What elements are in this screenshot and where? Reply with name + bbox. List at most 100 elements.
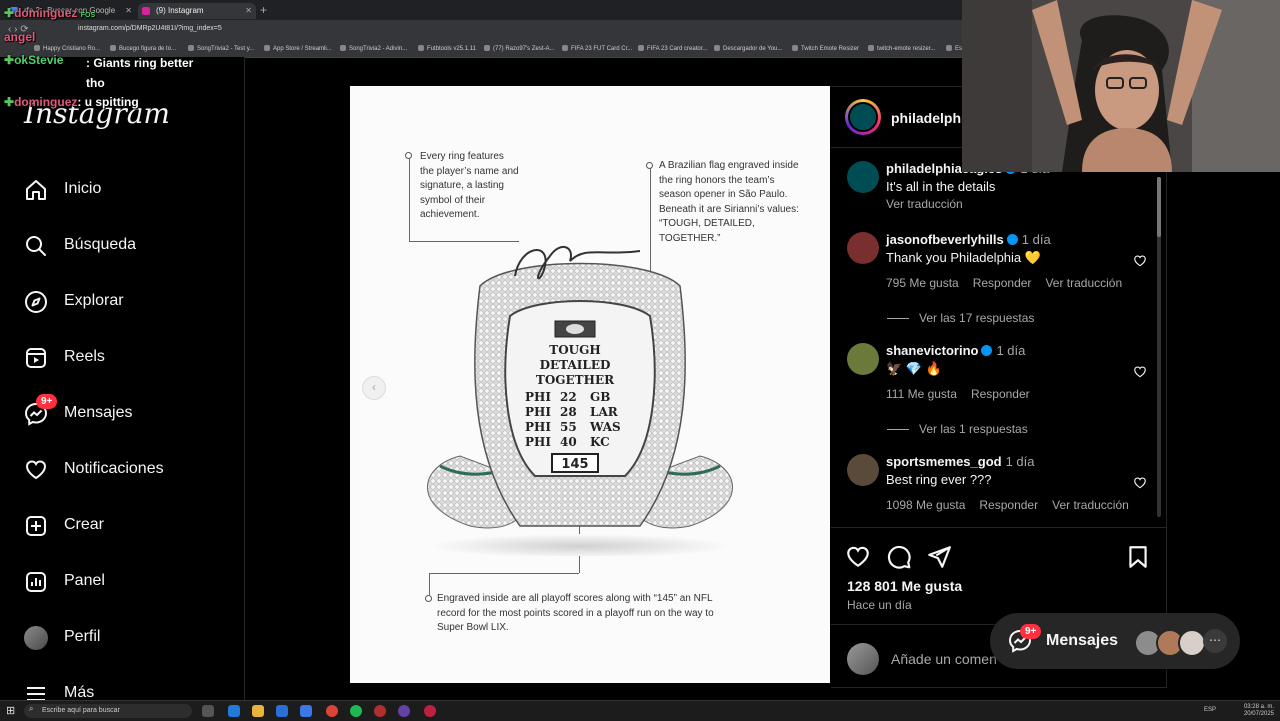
- messages-floating-button[interactable]: 9+ Mensajes ⋯: [990, 613, 1240, 669]
- avatar: [847, 643, 879, 675]
- avatar[interactable]: [847, 161, 879, 193]
- taskbar-search[interactable]: Escribe aquí para buscar: [24, 704, 192, 718]
- system-tray[interactable]: ESP 03:28 a. m. 20/07/2025: [1204, 704, 1274, 718]
- nav-item-notificaciones[interactable]: Notificaciones: [24, 450, 224, 490]
- bookmark-item[interactable]: (77) Razo97's Zest-A...: [484, 45, 555, 52]
- browser-tab-instagram[interactable]: (9) Instagram ✕: [138, 3, 256, 19]
- bookmark-item[interactable]: App Store / Streamli...: [264, 45, 332, 52]
- comment-text: Thank you Philadelphia 💛: [886, 250, 1041, 265]
- share-icon[interactable]: [926, 544, 952, 570]
- bookmark-item[interactable]: Futbtools v25.1.11: [418, 45, 476, 52]
- like-heart-icon[interactable]: [1133, 476, 1147, 490]
- ring-score-value: 28: [560, 405, 577, 419]
- comments-scrollbar[interactable]: [1157, 177, 1161, 517]
- url-text[interactable]: instagram.com/p/DMRp2U4t81I/?img_index=5: [78, 25, 222, 32]
- bookmark-item[interactable]: twitch-emote resizer...: [868, 45, 935, 52]
- file-explorer-icon[interactable]: [252, 705, 264, 717]
- ring-score-value: 40: [560, 435, 577, 449]
- like-heart-icon[interactable]: [1133, 365, 1147, 379]
- nav-item-crear[interactable]: Crear: [24, 506, 224, 546]
- avatar[interactable]: [847, 343, 879, 375]
- like-icon[interactable]: [845, 544, 871, 570]
- mail-icon[interactable]: [276, 705, 288, 717]
- spotify-icon[interactable]: [350, 705, 362, 717]
- avatar[interactable]: [847, 454, 879, 486]
- search-icon: [26, 236, 46, 256]
- bookmark-item[interactable]: FIFA 23 FUT Card Cr...: [562, 45, 632, 52]
- nav-item-mensajes[interactable]: 9+ Mensajes: [24, 394, 224, 434]
- view-replies-link[interactable]: Ver las 1 respuestas: [887, 422, 1028, 436]
- search-icon: ⌕: [29, 704, 34, 713]
- like-heart-icon[interactable]: [1133, 254, 1147, 268]
- comment-username[interactable]: shanevictorino: [886, 343, 978, 358]
- scrollbar-thumb[interactable]: [1157, 177, 1161, 237]
- webcam-overlay: [962, 0, 1280, 172]
- bookmark-item[interactable]: Bucego figura de to...: [110, 45, 176, 52]
- nav-item-busqueda[interactable]: Búsqueda: [24, 226, 224, 266]
- nav-item-panel[interactable]: Panel: [24, 562, 224, 602]
- verified-icon: [1006, 234, 1018, 245]
- comment-username[interactable]: jasonofbeverlyhills: [886, 232, 1004, 247]
- bookmark-item[interactable]: Happy Cristiano Ro...: [34, 45, 100, 52]
- account-name[interactable]: philadelphi: [891, 110, 965, 126]
- reply-button[interactable]: Responder: [973, 276, 1032, 290]
- ring-score-team: PHI: [525, 435, 551, 449]
- bookmark-item[interactable]: SongTrivia2 - Adivin...: [340, 45, 407, 52]
- app-icon[interactable]: [398, 705, 410, 717]
- windows-start-icon[interactable]: ⊞: [6, 704, 15, 717]
- avatar[interactable]: [847, 232, 879, 264]
- nav-item-reels[interactable]: Reels: [24, 338, 224, 378]
- language-indicator[interactable]: ESP: [1204, 707, 1216, 714]
- bookmark-item[interactable]: Twitch Emote Resizer: [792, 45, 859, 52]
- edge-icon[interactable]: [228, 705, 240, 717]
- streamer-webcam-image: [962, 0, 1280, 172]
- bookmark-item[interactable]: FIFA 23 Card creator...: [638, 45, 707, 52]
- comment-likes[interactable]: 1098 Me gusta: [886, 498, 965, 512]
- bookmark-item[interactable]: SongTrivia2 - Test y...: [188, 45, 254, 52]
- more-icon[interactable]: ⋯: [1203, 629, 1227, 653]
- instagram-icon: [142, 7, 150, 15]
- reply-button[interactable]: Responder: [979, 498, 1038, 512]
- carousel-prev-button[interactable]: ‹: [362, 376, 386, 400]
- plus-square-icon: [26, 516, 46, 536]
- app-icon[interactable]: [424, 705, 436, 717]
- task-view-icon[interactable]: [202, 705, 214, 717]
- likes-count[interactable]: 128 801 Me gusta: [847, 578, 962, 594]
- ig-sidebar: Instagram Inicio Búsqueda Explorar Reels…: [0, 57, 245, 701]
- translate-link[interactable]: Ver traducción: [1045, 276, 1122, 290]
- nav-item-explorar[interactable]: Explorar: [24, 282, 224, 322]
- comment-icon[interactable]: [886, 544, 912, 570]
- close-icon[interactable]: ✕: [125, 3, 132, 19]
- caption-dot: [425, 595, 432, 602]
- compass-icon: [25, 291, 47, 313]
- store-icon[interactable]: [300, 705, 312, 717]
- account-avatar[interactable]: [845, 99, 881, 135]
- instagram-logo[interactable]: Instagram: [24, 97, 170, 130]
- close-icon[interactable]: ✕: [245, 3, 252, 19]
- bookmark-item[interactable]: Descargador de You...: [714, 45, 782, 52]
- caption-scores: Engraved inside are all playoff scores a…: [437, 593, 714, 633]
- view-replies-link[interactable]: Ver las 17 respuestas: [887, 311, 1034, 325]
- comment-likes[interactable]: 111 Me gusta: [886, 387, 957, 401]
- google-icon: [10, 7, 18, 15]
- comment-likes[interactable]: 795 Me gusta: [886, 276, 959, 290]
- post-image[interactable]: Every ring features the player’s name an…: [350, 86, 830, 683]
- post-details-panel: philadelphi philadelphiaeagles1 día It's…: [831, 86, 1167, 688]
- obs-icon[interactable]: [374, 705, 386, 717]
- browser-tab-google[interactable]: rfa 2 - Buscar con Google ✕: [6, 3, 136, 19]
- comment-time: 1 día: [1021, 232, 1051, 247]
- nav-item-inicio[interactable]: Inicio: [24, 170, 224, 210]
- nav-arrows-icon[interactable]: ‹ › ⟳: [8, 24, 29, 35]
- leader-line: [429, 573, 579, 574]
- add-comment-input[interactable]: Añade un comen: [891, 651, 997, 667]
- ring-total: 145: [561, 457, 588, 472]
- save-icon[interactable]: [1125, 544, 1151, 570]
- chrome-icon[interactable]: [326, 705, 338, 717]
- comment-username[interactable]: sportsmemes_god: [886, 454, 1002, 469]
- nav-item-perfil[interactable]: Perfil: [24, 618, 224, 658]
- new-tab-button[interactable]: +: [260, 3, 267, 17]
- reply-button[interactable]: Responder: [971, 387, 1030, 401]
- translate-link[interactable]: Ver traducción: [886, 197, 963, 211]
- reels-icon: [26, 348, 46, 368]
- translate-link[interactable]: Ver traducción: [1052, 498, 1129, 512]
